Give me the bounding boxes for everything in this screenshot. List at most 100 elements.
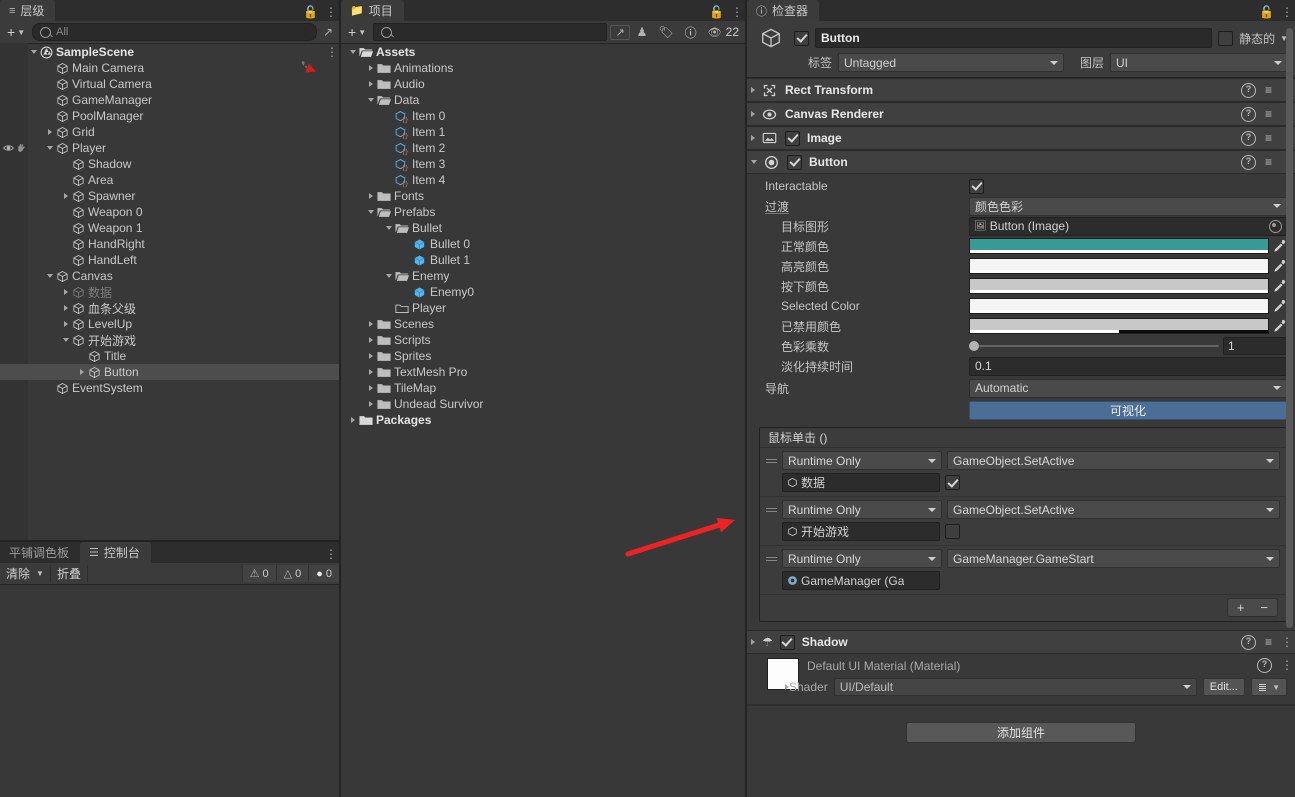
console-collapse-button[interactable]: 折叠 (51, 565, 88, 582)
onclick-arg-checkbox[interactable] (945, 524, 960, 539)
tab-project[interactable]: 📁 项目 (341, 0, 404, 21)
hierarchy-row[interactable]: EventSystem (0, 380, 339, 396)
preset-icon[interactable]: ≡ (1265, 107, 1272, 121)
chevron-down-icon[interactable]: ▼ (36, 569, 44, 578)
material-preset-button[interactable]: ≣ ▼ (1251, 678, 1287, 696)
drag-handle-icon[interactable] (766, 505, 777, 514)
static-checkbox[interactable] (1218, 31, 1233, 46)
hierarchy-row[interactable]: 数据 (0, 284, 339, 300)
project-row[interactable]: Animations (341, 60, 745, 76)
project-create-button[interactable]: + ▼ (344, 24, 370, 40)
onclick-mode-dropdown[interactable]: Runtime Only (782, 549, 942, 568)
disabled-color-swatch[interactable] (969, 318, 1269, 334)
onclick-object-field[interactable]: 开始游戏 (782, 522, 940, 541)
pressed-color-swatch[interactable] (969, 278, 1269, 294)
project-tree[interactable]: AssetsAnimationsAudioData{}Item 0{}Item … (341, 44, 745, 797)
project-twisty[interactable] (365, 81, 377, 87)
console-log-area[interactable] (0, 586, 339, 797)
preset-icon[interactable]: ≡ (1265, 155, 1272, 169)
help-icon[interactable]: ? (1241, 635, 1256, 650)
label-icon[interactable]: 🏷 (654, 25, 677, 39)
preset-icon[interactable]: ≡ (1265, 83, 1272, 97)
layer-dropdown[interactable]: UI (1110, 53, 1288, 72)
scene-kebab-menu-icon[interactable] (326, 45, 332, 59)
save-search-icon[interactable]: ↗ (610, 25, 629, 40)
project-search-input[interactable] (373, 23, 607, 41)
hierarchy-row[interactable]: GameManager (0, 92, 339, 108)
hierarchy-row[interactable]: 血条父级 (0, 300, 339, 316)
project-twisty[interactable] (365, 385, 377, 391)
project-twisty[interactable] (347, 50, 359, 54)
project-row[interactable]: Assets (341, 44, 745, 60)
hierarchy-row[interactable]: Weapon 0 (0, 204, 339, 220)
hierarchy-twisty[interactable] (44, 129, 56, 135)
component-header-image[interactable]: Image?≡ (747, 126, 1295, 150)
project-row[interactable]: Scripts (341, 332, 745, 348)
console-info-count[interactable]: ● 0 (308, 565, 339, 582)
component-twisty[interactable] (751, 160, 757, 164)
project-row[interactable]: Undead Survivor (341, 396, 745, 412)
hierarchy-twisty[interactable] (76, 369, 88, 375)
hierarchy-tree[interactable]: SampleSceneMain CameraVirtual CameraGame… (0, 44, 339, 540)
hierarchy-row[interactable]: 开始游戏 (0, 332, 339, 348)
hierarchy-row[interactable]: Title (0, 348, 339, 364)
visualize-button[interactable]: 可视化 (969, 401, 1287, 420)
interactable-checkbox[interactable] (969, 179, 984, 194)
project-twisty[interactable] (365, 65, 377, 71)
project-row[interactable]: {}Item 1 (341, 124, 745, 140)
hierarchy-row[interactable]: SampleScene (0, 44, 339, 60)
component-twisty[interactable] (751, 111, 755, 117)
warning-filter-icon[interactable]: ⓘ (681, 24, 701, 41)
hierarchy-twisty[interactable] (44, 274, 56, 278)
project-row[interactable]: Enemy (341, 268, 745, 284)
onclick-function-dropdown[interactable]: GameObject.SetActive (947, 500, 1280, 519)
project-twisty[interactable] (365, 98, 377, 102)
hierarchy-row[interactable]: PoolManager (0, 108, 339, 124)
onclick-function-dropdown[interactable]: GameObject.SetActive (947, 451, 1280, 470)
hierarchy-row[interactable]: Main Camera (0, 60, 339, 76)
transition-dropdown[interactable]: 颜色色彩 (969, 197, 1287, 216)
avatar-mask-icon[interactable]: ♟ (633, 25, 652, 39)
object-picker-icon[interactable] (1269, 220, 1282, 233)
component-header-button[interactable]: Button?≡ (747, 150, 1295, 174)
navigation-dropdown[interactable]: Automatic (969, 379, 1287, 398)
color-multiplier-field[interactable]: 1 (1223, 337, 1287, 355)
hierarchy-row[interactable]: LevelUp (0, 316, 339, 332)
component-enabled-checkbox[interactable] (787, 155, 802, 170)
project-twisty[interactable] (365, 401, 377, 407)
project-twisty[interactable] (383, 274, 395, 278)
hierarchy-twisty[interactable] (60, 193, 72, 199)
inspector-scrollbar[interactable] (1286, 28, 1293, 628)
project-row[interactable]: Sprites (341, 348, 745, 364)
hierarchy-twisty[interactable] (44, 146, 56, 150)
hierarchy-row[interactable]: HandRight (0, 236, 339, 252)
eyedropper-icon[interactable] (1272, 299, 1287, 314)
drag-handle-icon[interactable] (766, 456, 777, 465)
project-row[interactable]: {}Item 2 (341, 140, 745, 156)
hierarchy-row[interactable]: Canvas (0, 268, 339, 284)
project-row[interactable]: Bullet (341, 220, 745, 236)
project-row[interactable]: {}Item 0 (341, 108, 745, 124)
hierarchy-row[interactable]: Button (0, 364, 339, 380)
console-warning-count[interactable]: △ 0 (276, 565, 309, 582)
hierarchy-row[interactable]: Weapon 1 (0, 220, 339, 236)
inspector-kebab-menu-icon[interactable] (1281, 5, 1287, 19)
project-row[interactable]: Enemy0 (341, 284, 745, 300)
project-row[interactable]: Bullet 1 (341, 252, 745, 268)
object-name-field[interactable]: Button (815, 28, 1212, 48)
material-help-icon[interactable]: ? (1257, 658, 1272, 673)
selected-color-swatch[interactable] (969, 298, 1269, 314)
shadow-enabled-checkbox[interactable] (780, 635, 795, 650)
project-row[interactable]: Bullet 0 (341, 236, 745, 252)
component-twisty[interactable] (751, 87, 755, 93)
hierarchy-twisty[interactable] (60, 289, 72, 295)
help-icon[interactable]: ? (1241, 83, 1256, 98)
kebab-menu-icon[interactable] (325, 5, 331, 19)
hierarchy-search-input[interactable]: All (32, 23, 317, 41)
eyedropper-icon[interactable] (1272, 259, 1287, 274)
component-header-rect-transform[interactable]: Rect Transform?≡ (747, 78, 1295, 102)
project-twisty[interactable] (347, 417, 359, 423)
normal-color-swatch[interactable] (969, 238, 1269, 254)
help-icon[interactable]: ? (1241, 107, 1256, 122)
onclick-object-field[interactable]: GameManager (Ga (782, 571, 940, 590)
